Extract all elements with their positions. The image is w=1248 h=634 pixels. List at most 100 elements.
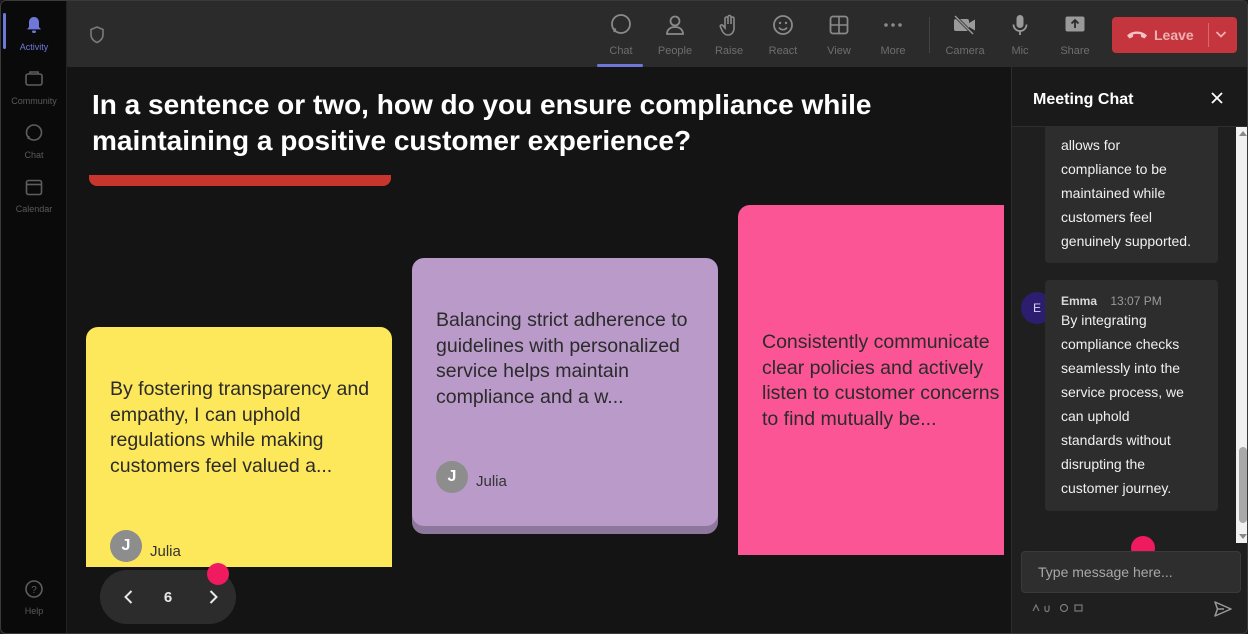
- author-name: Julia: [476, 473, 507, 490]
- presentation-stage: In a sentence or two, how do you ensure …: [67, 67, 1011, 633]
- grid-icon: [829, 15, 849, 35]
- response-card[interactable]: By fostering transparency and empathy, I…: [86, 327, 392, 567]
- avatar: J: [436, 461, 468, 493]
- smiley-icon: [773, 15, 793, 35]
- toolbar-view-button[interactable]: View: [813, 9, 865, 63]
- hand-icon: [719, 14, 735, 36]
- chevron-left-icon[interactable]: [120, 588, 138, 606]
- toolbar-button-label: Chat: [609, 45, 633, 57]
- calendar-icon: [25, 179, 43, 196]
- chat-message: allows for compliance to be maintained w…: [1045, 127, 1218, 263]
- help-icon: ?: [25, 580, 43, 598]
- toolbar-camera-button[interactable]: Camera: [939, 9, 991, 63]
- toolbar-button-label: React: [768, 45, 798, 57]
- avatar-initial: E: [1032, 301, 1041, 315]
- cursor-indicator: [207, 563, 229, 585]
- scroll-up-arrow[interactable]: [1239, 131, 1247, 136]
- toolbar-button-label: Mic: [1011, 45, 1029, 57]
- message-line: customer journey.: [1061, 480, 1172, 496]
- chevron-right-icon[interactable]: [204, 588, 222, 606]
- response-text-line: clear policies and actively: [762, 356, 984, 379]
- toolbar-button-label: Camera: [945, 45, 985, 57]
- leave-divider: [1208, 23, 1209, 47]
- response-text: Balancing strict adherence to guidelines…: [436, 309, 688, 408]
- response-card[interactable]: Balancing strict adherence to guidelines…: [412, 258, 718, 526]
- message-text: allows for compliance to be maintained w…: [1061, 133, 1211, 253]
- rail-item-label: Community: [11, 96, 57, 106]
- message-line: customers feel: [1061, 209, 1153, 225]
- phone-hangup-icon: [1127, 31, 1147, 39]
- message-line: By integrating: [1061, 312, 1147, 328]
- message-line: allows for: [1061, 137, 1121, 153]
- close-icon[interactable]: [1210, 91, 1224, 105]
- toolbar-button-label: View: [827, 45, 851, 57]
- rail-item-chat[interactable]: Chat: [1, 113, 67, 163]
- toolbar-chat-button[interactable]: Chat: [595, 9, 647, 67]
- people-icon: [666, 15, 684, 35]
- meeting-chat-panel: Meeting Chat allows for compliance to be…: [1011, 67, 1247, 633]
- shield-icon[interactable]: [87, 25, 107, 45]
- rail-item-label: Activity: [19, 42, 49, 52]
- chat-message-input[interactable]: [1021, 551, 1241, 593]
- rail-item-community[interactable]: Community: [1, 59, 67, 109]
- message-line: genuinely supported.: [1061, 233, 1191, 249]
- more-icon: [884, 23, 902, 27]
- message-line: compliance to be: [1061, 161, 1167, 177]
- chat-scrollbar[interactable]: [1236, 127, 1247, 543]
- message-line: maintained while: [1061, 185, 1166, 201]
- leave-button[interactable]: Leave: [1112, 17, 1237, 53]
- chevron-down-icon[interactable]: [1214, 27, 1228, 41]
- attach-icon[interactable]: [1044, 605, 1050, 613]
- scroll-thumb[interactable]: [1239, 447, 1247, 523]
- toolbar-button-label: Raise: [714, 45, 744, 57]
- mic-icon: [1012, 15, 1028, 35]
- leave-label: Leave: [1154, 27, 1194, 43]
- message-author: Emma: [1061, 294, 1098, 308]
- chat-title: Meeting Chat: [1033, 91, 1134, 108]
- toolbar-button-label: People: [657, 45, 693, 57]
- bell-icon: [27, 17, 41, 33]
- rail-item-help[interactable]: ? Help: [1, 569, 67, 619]
- rail-item-label: Chat: [24, 150, 44, 160]
- rail-item-label: Help: [24, 606, 44, 616]
- gif-icon[interactable]: [1074, 604, 1083, 612]
- rail-item-activity[interactable]: Activity: [1, 5, 67, 55]
- toolbar-button-label: Share: [1060, 45, 1090, 57]
- avatar: J: [110, 530, 142, 562]
- chat-icon: [25, 124, 43, 141]
- response-text-line: Consistently communicate: [762, 331, 990, 353]
- message-line: seamlessly into the: [1061, 360, 1181, 376]
- toolbar-raise-button[interactable]: Raise: [703, 9, 755, 63]
- send-icon[interactable]: [1213, 600, 1233, 618]
- format-icon[interactable]: [1032, 603, 1040, 612]
- scroll-down-arrow[interactable]: [1239, 534, 1247, 539]
- toolbar-react-button[interactable]: React: [757, 9, 809, 63]
- left-rail: Activity Community Chat Calendar ? Help: [1, 1, 67, 633]
- toolbar-people-button[interactable]: People: [649, 9, 701, 63]
- toolbar-share-button[interactable]: Share: [1049, 9, 1101, 63]
- author-name: Julia: [150, 543, 181, 560]
- camera-off-icon: [953, 14, 975, 36]
- meeting-toolbar: Chat People Raise React View More Camera: [67, 1, 1247, 67]
- chat-icon: [611, 14, 631, 34]
- emoji-icon[interactable]: [1059, 603, 1069, 613]
- message-line: service process, we: [1061, 384, 1184, 400]
- toolbar-button-label: More: [880, 45, 906, 57]
- message-text: By integrating compliance checks seamles…: [1061, 308, 1211, 500]
- response-text-line: listen to customer concerns: [762, 382, 1000, 404]
- share-icon: [1065, 16, 1085, 32]
- toolbar-divider: [929, 17, 930, 53]
- response-card[interactable]: Consistently communicate clear policies …: [738, 205, 1004, 555]
- chat-header: Meeting Chat: [1012, 67, 1247, 127]
- toolbar-more-button[interactable]: More: [867, 9, 919, 63]
- message-line: disrupting the: [1061, 456, 1146, 472]
- message-line: standards without: [1061, 432, 1171, 448]
- toolbar-mic-button[interactable]: Mic: [994, 9, 1046, 63]
- message-line: can uphold: [1061, 408, 1130, 424]
- response-text: By fostering transparency and empathy, I…: [110, 378, 370, 477]
- response-text-line: to find mutually be...: [762, 407, 937, 430]
- chat-message: Emma 13:07 PM By integrating compliance …: [1045, 280, 1218, 511]
- page-number: 6: [163, 589, 173, 606]
- app-window: Activity Community Chat Calendar ? Help …: [0, 0, 1248, 634]
- rail-item-calendar[interactable]: Calendar: [1, 167, 67, 217]
